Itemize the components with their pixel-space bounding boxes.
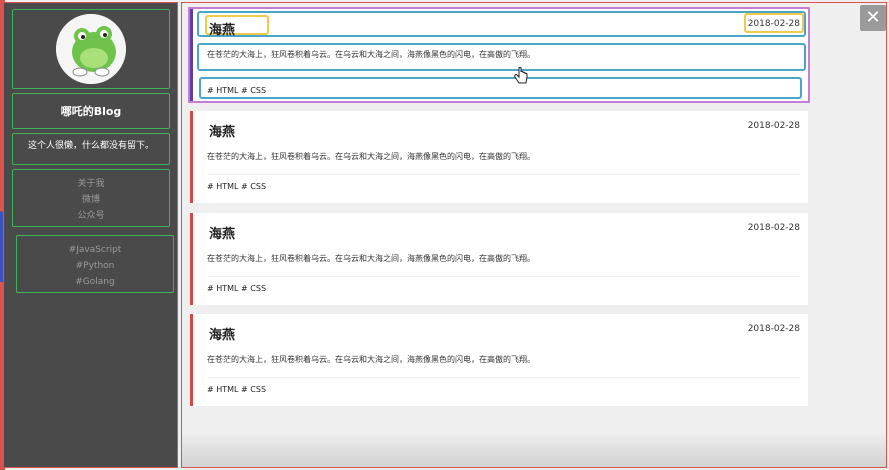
post-excerpt: 在苍茫的大海上，狂风卷积着乌云。在乌云和大海之间，海燕像黑色的闪电，在高傲的飞翔…: [207, 50, 535, 59]
post-excerpt: 在苍茫的大海上，狂风卷积着乌云。在乌云和大海之间，海燕像黑色的闪电，在高傲的飞翔…: [207, 254, 535, 263]
tag-javascript[interactable]: #JavaScript: [17, 242, 173, 258]
post-title[interactable]: 海燕: [209, 19, 235, 38]
hand-cursor-icon: [514, 67, 528, 84]
blog-name-box: 哪吒的Blog: [12, 93, 170, 129]
post-tags[interactable]: # HTML # CSS: [207, 86, 266, 95]
tags-highlight: [199, 77, 802, 99]
close-button[interactable]: ✕: [860, 5, 886, 31]
post-card[interactable]: 海燕 2018-02-28 在苍茫的大海上，狂风卷积着乌云。在乌云和大海之间，海…: [190, 111, 808, 203]
post-card[interactable]: 海燕 2018-02-28 在苍茫的大海上，狂风卷积着乌云。在乌云和大海之间，海…: [190, 314, 808, 406]
post-card[interactable]: 海燕 2018-02-28 在苍茫的大海上，狂风卷积着乌云。在乌云和大海之间，海…: [190, 213, 808, 305]
post-title[interactable]: 海燕: [209, 223, 235, 242]
tags-box: #JavaScript #Python #Golang: [16, 235, 174, 293]
avatar-box: [12, 9, 170, 89]
link-weibo[interactable]: 微博: [13, 192, 169, 208]
screen: 哪吒的Blog 这个人很懒，什么都没有留下。 关于我 微博 公众号 #JavaS…: [0, 0, 889, 470]
link-about[interactable]: 关于我: [13, 176, 169, 192]
header-highlight: [197, 11, 806, 37]
post-divider: [207, 377, 800, 378]
post-tags[interactable]: # HTML # CSS: [207, 182, 266, 191]
post-date: 2018-02-28: [747, 324, 800, 334]
motto-box: 这个人很懒，什么都没有留下。: [12, 133, 170, 165]
post-title[interactable]: 海燕: [209, 121, 235, 140]
post-divider: [207, 276, 800, 277]
link-wechat[interactable]: 公众号: [13, 208, 169, 224]
avatar[interactable]: [56, 14, 126, 84]
post-date: 2018-02-28: [747, 223, 800, 233]
post-card[interactable]: 海燕 2018-02-28 在苍茫的大海上，狂风卷积着乌云。在乌云和大海之间，海…: [188, 7, 810, 103]
post-date: 2018-02-28: [747, 121, 800, 131]
post-divider: [207, 174, 800, 175]
links-box: 关于我 微博 公众号: [12, 169, 170, 227]
main-content: 海燕 2018-02-28 在苍茫的大海上，狂风卷积着乌云。在乌云和大海之间，海…: [181, 2, 887, 468]
tag-python[interactable]: #Python: [17, 258, 173, 274]
frog-avatar-icon: [56, 14, 126, 84]
post-tags[interactable]: # HTML # CSS: [207, 385, 266, 394]
post-date: 2018-02-28: [747, 19, 800, 29]
post-tags[interactable]: # HTML # CSS: [207, 284, 266, 293]
post-excerpt: 在苍茫的大海上，狂风卷积着乌云。在乌云和大海之间，海燕像黑色的闪电，在高傲的飞翔…: [207, 355, 535, 364]
post-title[interactable]: 海燕: [209, 324, 235, 343]
motto-text: 这个人很懒，什么都没有留下。: [27, 141, 154, 151]
blog-name: 哪吒的Blog: [60, 105, 122, 118]
bottom-shade: [182, 431, 886, 467]
post-excerpt: 在苍茫的大海上，狂风卷积着乌云。在乌云和大海之间，海燕像黑色的闪电，在高傲的飞翔…: [207, 152, 535, 161]
sidebar: 哪吒的Blog 这个人很懒，什么都没有留下。 关于我 微博 公众号 #JavaS…: [3, 2, 178, 468]
tag-golang[interactable]: #Golang: [17, 274, 173, 290]
